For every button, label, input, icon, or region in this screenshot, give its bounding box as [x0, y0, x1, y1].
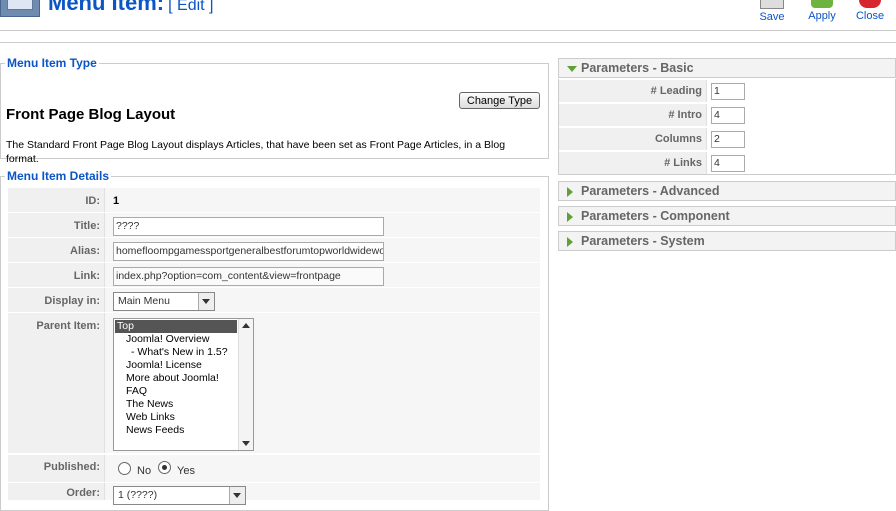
published-yes-radio[interactable] — [158, 461, 171, 474]
display-in-select[interactable]: Main Menu — [113, 292, 215, 311]
parent-option[interactable]: FAQ — [114, 385, 253, 398]
collapse-triangle-icon — [567, 66, 577, 72]
order-value: 1 (????) — [118, 489, 158, 501]
parent-item-row: Parent Item: — [8, 313, 540, 453]
parent-option[interactable]: The News — [114, 398, 253, 411]
save-icon — [760, 0, 784, 9]
columns-label: Columns — [559, 128, 707, 150]
layout-title: Front Page Blog Layout — [6, 106, 176, 123]
toolbar-header: Menu Item:[ Edit ] Save Apply Close — [0, 0, 896, 31]
change-type-button[interactable]: Change Type — [459, 92, 540, 109]
intro-row: # Intro 4 — [559, 104, 895, 126]
leading-input[interactable]: 1 — [711, 83, 745, 100]
save-button[interactable]: Save — [755, 0, 789, 23]
published-no-label: No — [137, 465, 152, 477]
leading-row: # Leading 1 — [559, 80, 895, 102]
layout-description: The Standard Front Page Blog Layout disp… — [6, 139, 506, 165]
parent-option[interactable]: News Feeds — [114, 424, 253, 437]
parent-option-top[interactable]: Top — [115, 320, 237, 333]
save-label: Save — [759, 11, 785, 23]
display-in-value: Main Menu — [118, 295, 170, 307]
alias-row: Alias: homefloompgamessportgeneralbestfo… — [8, 238, 540, 262]
parameters-advanced-title: Parameters - Advanced — [581, 184, 720, 198]
menu-item-type-section: Menu Item Type Change Type Front Page Bl… — [0, 56, 549, 165]
scroll-up-icon — [242, 323, 250, 328]
link-label: Link: — [8, 263, 105, 287]
order-label: Order: — [8, 483, 105, 500]
links-input[interactable]: 4 — [711, 155, 745, 172]
scroll-down-icon — [242, 441, 250, 446]
title-label: Title: — [8, 213, 105, 237]
id-value: 1 — [113, 195, 120, 207]
menu-item-type-legend: Menu Item Type — [7, 56, 97, 70]
parameters-system-header[interactable]: Parameters - System — [558, 231, 896, 251]
intro-input[interactable]: 4 — [711, 107, 745, 124]
close-label: Close — [855, 10, 885, 22]
expand-triangle-icon — [567, 212, 573, 222]
links-row: # Links 4 — [559, 152, 895, 174]
parameters-component-title: Parameters - Component — [581, 209, 730, 223]
parent-option[interactable]: Web Links — [114, 411, 253, 424]
parent-option[interactable]: - What's New in 1.5? — [114, 346, 253, 359]
chevron-down-icon — [198, 293, 214, 310]
apply-icon — [811, 0, 833, 8]
parent-option[interactable]: Joomla! License — [114, 359, 253, 372]
intro-label: # Intro — [559, 104, 707, 126]
divider — [0, 42, 896, 43]
menu-manager-icon — [0, 0, 40, 17]
display-in-label: Display in: — [8, 288, 105, 312]
close-icon — [859, 0, 881, 8]
listbox-scrollbar[interactable] — [238, 319, 253, 450]
menu-item-details-legend: Menu Item Details — [7, 169, 110, 183]
leading-label: # Leading — [559, 80, 707, 102]
parent-item-listbox[interactable]: Top Joomla! Overview - What's New in 1.5… — [113, 318, 254, 451]
alias-input[interactable]: homefloompgamessportgeneralbestforumtopw… — [113, 242, 384, 261]
link-row: Link: index.php?option=com_content&view=… — [8, 263, 540, 287]
id-label: ID: — [8, 188, 105, 212]
page-title-mode: [ Edit ] — [168, 0, 214, 14]
parameters-system-title: Parameters - System — [581, 234, 705, 248]
expand-triangle-icon — [567, 187, 573, 197]
links-label: # Links — [559, 152, 707, 174]
expand-triangle-icon — [567, 237, 573, 247]
apply-button[interactable]: Apply — [802, 0, 842, 22]
parameters-advanced-header[interactable]: Parameters - Advanced — [558, 181, 896, 201]
id-row: ID: 1 — [8, 188, 540, 212]
published-no-radio[interactable] — [118, 462, 131, 475]
columns-input[interactable]: 2 — [711, 131, 745, 148]
link-input[interactable]: index.php?option=com_content&view=frontp… — [113, 267, 384, 286]
parameters-basic-title: Parameters - Basic — [581, 61, 694, 75]
title-input[interactable]: ???? — [113, 217, 384, 236]
page-title: Menu Item:[ Edit ] — [48, 0, 213, 16]
parameters-basic-header[interactable]: Parameters - Basic — [558, 58, 896, 78]
page-title-text: Menu Item: — [48, 0, 165, 15]
published-row: Published: No Yes — [8, 455, 540, 482]
parameters-component-header[interactable]: Parameters - Component — [558, 206, 896, 226]
alias-label: Alias: — [8, 238, 105, 262]
published-label: Published: — [8, 455, 105, 482]
title-row: Title: ???? — [8, 213, 540, 237]
chevron-down-icon — [229, 487, 245, 504]
apply-label: Apply — [808, 10, 836, 22]
parent-option[interactable]: Joomla! Overview — [114, 333, 253, 346]
order-select[interactable]: 1 (????) — [113, 486, 246, 505]
close-button[interactable]: Close — [852, 0, 888, 22]
published-yes-label: Yes — [177, 465, 195, 477]
columns-row: Columns 2 — [559, 128, 895, 150]
parent-item-label: Parent Item: — [8, 313, 105, 453]
parent-option[interactable]: More about Joomla! — [114, 372, 253, 385]
parameters-basic-panel: # Leading 1 # Intro 4 Columns 2 # Links … — [558, 79, 896, 175]
order-row: Order: 1 (????) — [8, 483, 540, 505]
display-in-row: Display in: Main Menu — [8, 288, 540, 312]
